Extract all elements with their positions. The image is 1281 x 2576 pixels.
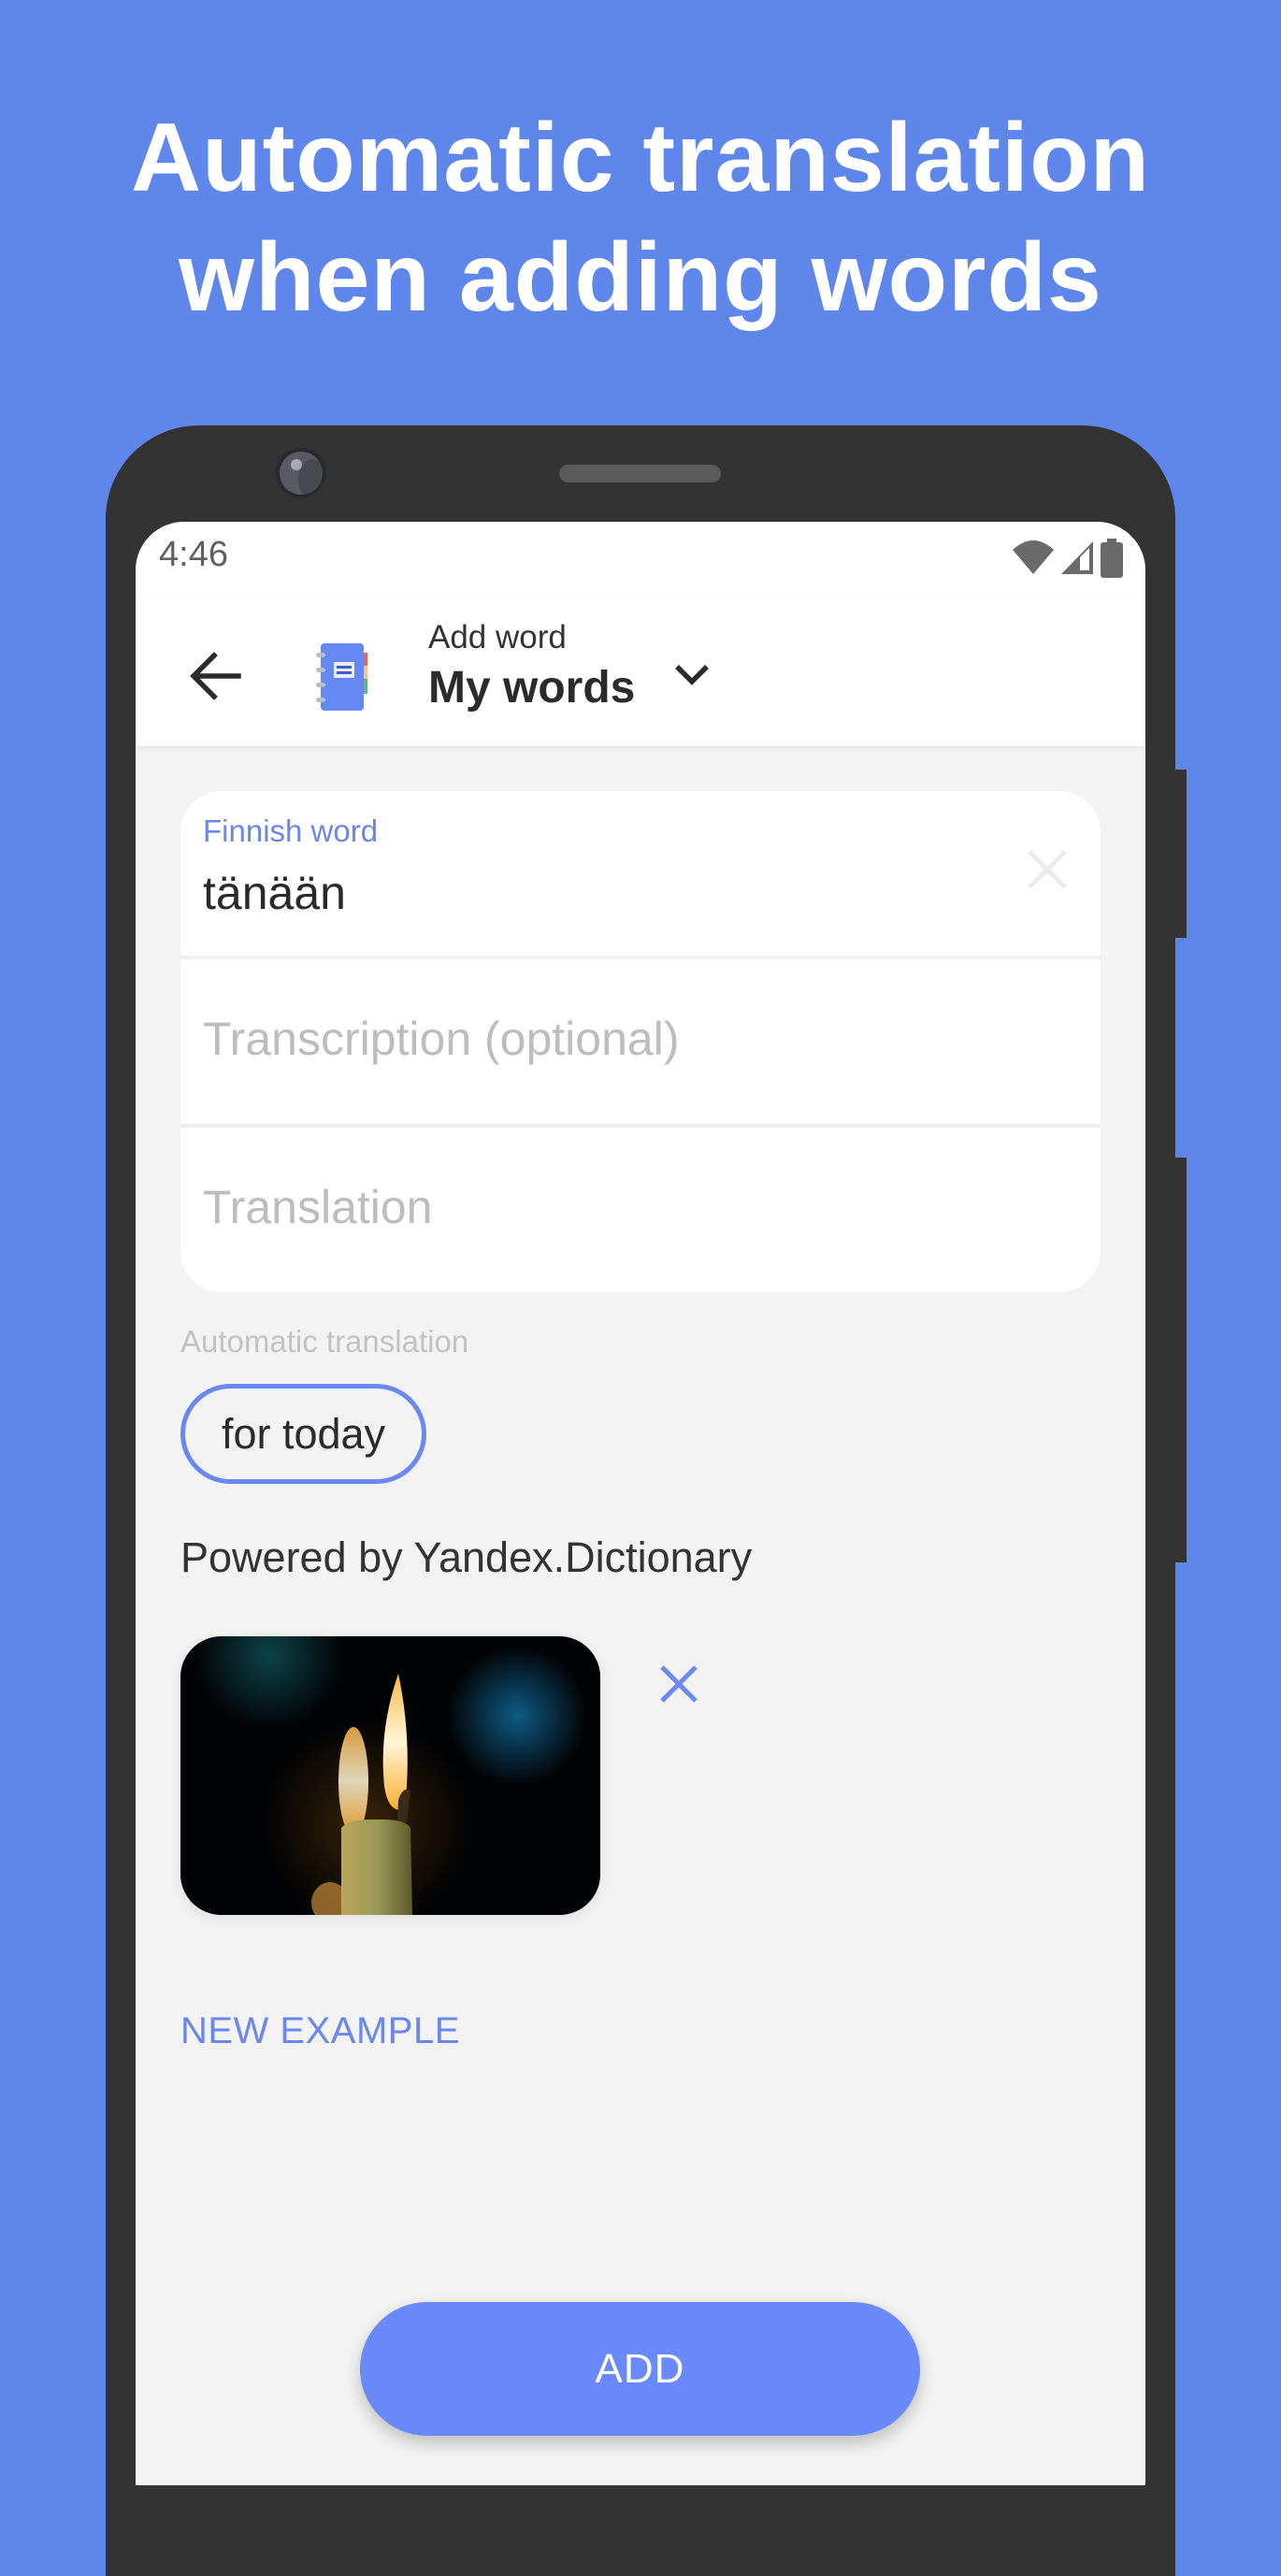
status-time: 4:46 [159,535,228,574]
candle-image [180,1636,600,1915]
phone-camera [280,452,323,495]
dictionary-selector-icon[interactable] [315,641,371,714]
add-button[interactable]: ADD [360,2302,920,2436]
clear-word-button[interactable] [1025,847,1070,892]
translation-placeholder[interactable]: Translation [203,1180,432,1234]
attribution-text: Powered by Yandex.Dictionary [180,1533,753,1581]
back-button[interactable] [182,643,248,709]
wifi-icon [1013,540,1054,574]
translation-suggestion-chip[interactable]: for today [180,1384,426,1484]
close-icon [660,1665,698,1703]
transcription-placeholder[interactable]: Transcription (optional) [203,1012,679,1066]
phone-volume-button [1175,1158,1187,1562]
finnish-word-field[interactable]: Finnish word [180,791,1101,956]
battery-icon [1101,539,1123,578]
status-bar: 4:46 [136,522,1145,597]
headline-line-1: Automatic translation [131,104,1150,212]
finnish-word-label: Finnish word [203,813,379,848]
remove-image-button[interactable] [659,1664,698,1704]
toolbar: Add word My words [136,597,1145,746]
promo-headline: Automatic translation when adding words [0,98,1281,338]
app-screen: 4:46 Add word My words Finnish word tänä… [136,522,1145,2485]
transcription-field[interactable]: Transcription (optional) [180,959,1101,1124]
arrow-left-icon [190,652,241,700]
translation-field[interactable]: Translation [180,1128,1101,1292]
new-example-button[interactable]: NEW EXAMPLE [180,2010,460,2052]
phone-power-button [1175,770,1187,938]
chevron-down-icon [675,665,709,685]
close-icon [1028,850,1067,889]
finnish-word-input[interactable] [203,866,998,920]
notebook-icon [316,643,367,711]
word-image[interactable] [180,1636,600,1915]
automatic-translation-label: Automatic translation [180,1324,469,1359]
headline-line-2: when adding words [179,223,1102,332]
dictionary-dropdown-button[interactable] [669,651,715,698]
phone-speaker [559,465,721,482]
word-form-card: Finnish word Transcription (optional) Tr… [180,791,1101,1292]
dictionary-title[interactable]: My words [428,662,635,713]
toolbar-subtitle: Add word [428,619,567,655]
cellular-signal-icon [1061,541,1093,574]
